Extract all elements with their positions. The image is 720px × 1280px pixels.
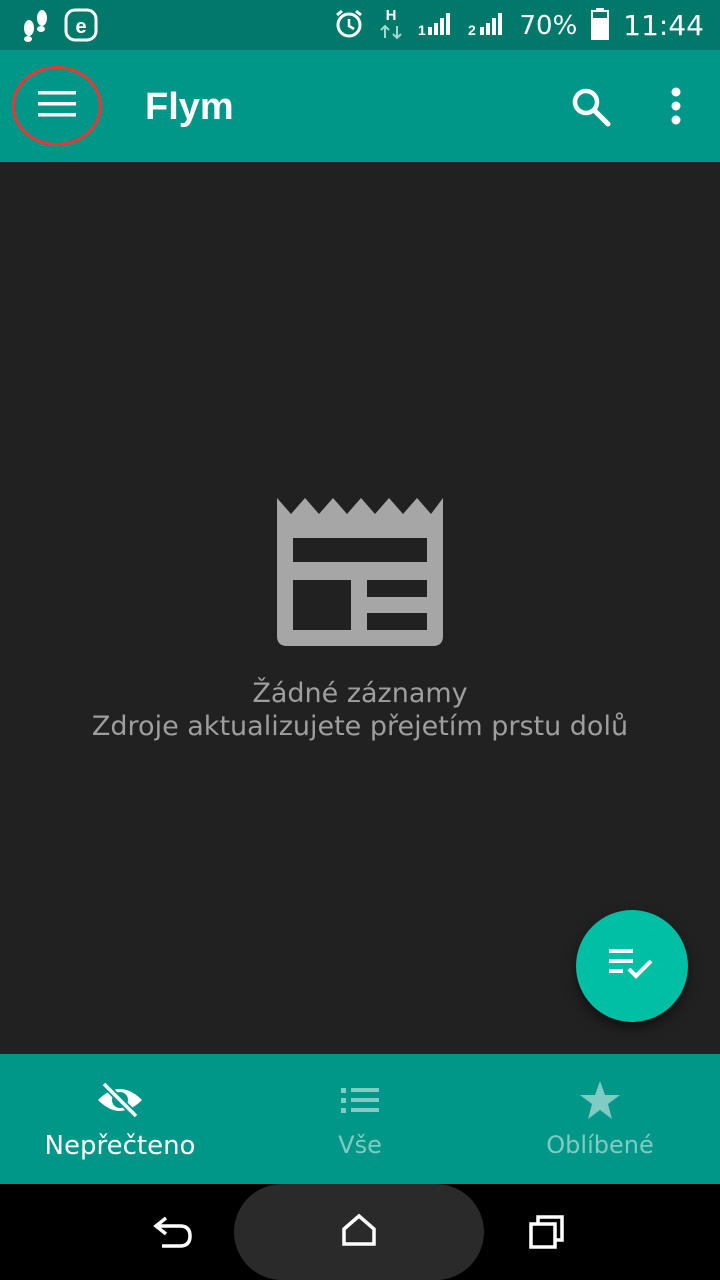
app-title: Flym [145, 86, 234, 128]
recents-icon [528, 1215, 566, 1254]
recents-button[interactable] [528, 1214, 566, 1255]
mark-all-read-icon [609, 947, 655, 986]
nav-favorites[interactable]: Oblíbené [480, 1054, 720, 1184]
more-options-button[interactable] [662, 86, 690, 128]
status-bar: e H 1 2 70% 11:44 [0, 0, 720, 50]
search-icon [570, 88, 612, 132]
nav-unread[interactable]: Nepřečteno [0, 1054, 240, 1184]
home-icon [341, 1213, 377, 1252]
svg-text:e: e [75, 16, 86, 38]
eye-off-icon [96, 1080, 144, 1125]
nav-all-label: Vše [338, 1131, 382, 1159]
bottom-navigation: Nepřečteno Vše Oblíbené [0, 1054, 720, 1184]
back-icon [152, 1216, 196, 1254]
nav-favorites-label: Oblíbené [546, 1131, 654, 1159]
signal-2-icon: 2 [468, 9, 506, 43]
star-icon [579, 1080, 621, 1125]
system-navigation [0, 1184, 720, 1280]
menu-icon [38, 90, 76, 123]
back-button[interactable] [152, 1214, 196, 1255]
svg-text:H: H [385, 7, 396, 24]
news-feed-icon [0, 490, 720, 655]
list-icon [339, 1080, 381, 1125]
eset-icon: e [64, 8, 98, 47]
footprints-icon [20, 8, 50, 47]
empty-subtitle: Zdroje aktualizujete přejetím prstu dolů [91, 711, 629, 742]
home-button[interactable] [234, 1184, 484, 1280]
menu-button[interactable] [12, 66, 102, 146]
svg-text:2: 2 [468, 22, 476, 38]
h-network-icon: H [378, 6, 404, 46]
battery-percent: 70% [519, 11, 578, 41]
nav-all[interactable]: Vše [240, 1054, 480, 1184]
mark-all-read-button[interactable] [576, 910, 688, 1022]
empty-state: Žádné záznamy Zdroje aktualizujete přeje… [0, 490, 720, 743]
alarm-icon [334, 9, 364, 43]
search-button[interactable] [570, 86, 612, 128]
nav-unread-label: Nepřečteno [44, 1131, 196, 1161]
empty-title: Žádné záznamy [252, 678, 468, 709]
screen: e H 1 2 70% 11:44 Flym Žádné záznamy Zdr… [0, 0, 720, 1280]
more-vert-icon [662, 87, 690, 132]
status-time: 11:44 [623, 9, 704, 42]
svg-text:1: 1 [418, 22, 426, 38]
battery-icon [591, 8, 610, 44]
app-bar: Flym [0, 50, 720, 162]
signal-1-icon: 1 [418, 9, 454, 43]
